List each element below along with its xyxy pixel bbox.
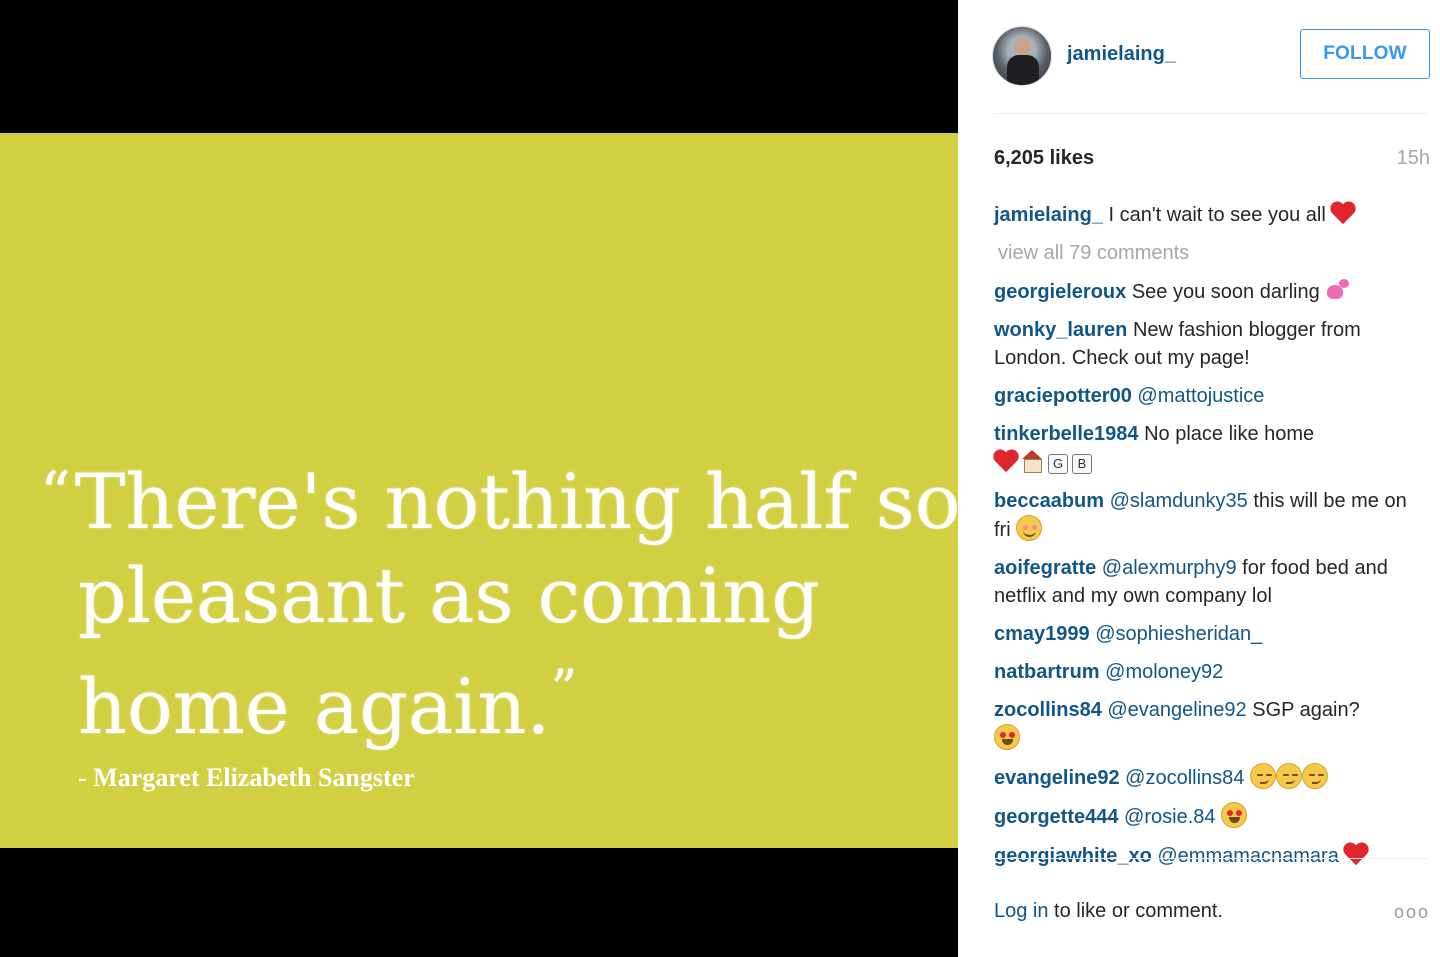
red-heart-icon — [1331, 200, 1357, 226]
post-media: “There's nothing half so pleasant as com… — [0, 0, 961, 957]
heart-eyes-face-icon — [1221, 802, 1248, 828]
comment-mention-link[interactable]: @moloney92 — [1100, 661, 1223, 683]
comment-text: No place like home — [1138, 423, 1315, 445]
comment-item: georgiawhite_xo @emmamacnamara — [994, 841, 1414, 870]
comment-username-link[interactable]: graciepotter00 — [994, 385, 1132, 407]
quote-author: - Margaret Elizabeth Sangster — [78, 763, 415, 792]
comment-text: See you soon darling — [1126, 281, 1326, 303]
caption-text: I can't wait to see you all — [1102, 204, 1332, 226]
comment-mention-link[interactable]: @evangeline92 — [1102, 699, 1246, 721]
close-quote-mark: ” — [550, 660, 578, 720]
red-heart-icon — [994, 448, 1020, 474]
comment-username-link[interactable]: wonky_lauren — [994, 319, 1127, 341]
likes-count[interactable]: 6,205 likes — [994, 147, 1094, 170]
login-prompt: Log in to like or comment. — [994, 900, 1223, 923]
smirking-face-icon — [1302, 763, 1328, 789]
comments-list: jamielaing_ I can't wait to see you all … — [994, 200, 1414, 880]
comment-item: natbartrum @moloney92 — [994, 658, 1414, 686]
comment-item: tinkerbelle1984 No place like home GB — [994, 420, 1414, 477]
follow-button[interactable]: FOLLOW — [1300, 29, 1430, 79]
comment-item: zocollins84 @evangeline92 SGP again? — [994, 696, 1414, 753]
login-link[interactable]: Log in — [994, 900, 1049, 922]
smirking-face-icon — [1250, 763, 1276, 789]
post-timestamp[interactable]: 15h — [1397, 147, 1430, 170]
post-sidebar: jamielaing_ FOLLOW 6,205 likes 15h jamie… — [958, 0, 1440, 957]
avatar[interactable] — [992, 26, 1052, 86]
post-header: jamielaing_ FOLLOW — [992, 26, 1430, 86]
quote-line-2: pleasant as coming — [78, 551, 820, 640]
comment-text: SGP again? — [1246, 699, 1360, 721]
smiling-face-icon — [1016, 515, 1043, 541]
smirking-face-icon — [1276, 763, 1302, 789]
comment-mention-link[interactable]: @emmamacnamara — [1152, 845, 1338, 867]
comment-item: beccaabum @slamdunky35 this will be me o… — [994, 487, 1414, 544]
comment-username-link[interactable]: georgieleroux — [994, 281, 1126, 303]
divider — [994, 113, 1428, 114]
comment-item: wonky_lauren New fashion blogger from Lo… — [994, 316, 1414, 372]
comment-item: graciepotter00 @mattojustice — [994, 382, 1414, 410]
heart-eyes-face-icon — [994, 724, 1020, 750]
comment-item: georgieleroux See you soon darling — [994, 277, 1414, 306]
comment-username-link[interactable]: beccaabum — [994, 490, 1104, 512]
comment-username-link[interactable]: evangeline92 — [994, 767, 1120, 789]
comment-username-link[interactable]: zocollins84 — [994, 699, 1102, 721]
comment-item: aoifegratte @alexmurphy9 for food bed an… — [994, 554, 1414, 610]
comment-mention-link[interactable]: @mattojustice — [1132, 385, 1264, 407]
quote-line-3: home again. — [78, 662, 551, 751]
quote-image: “There's nothing half so pleasant as com… — [0, 133, 961, 848]
comment-item: cmay1999 @sophiesheridan_ — [994, 620, 1414, 648]
caption: jamielaing_ I can't wait to see you all — [994, 200, 1414, 229]
comment-item: georgette444 @rosie.84 — [994, 802, 1414, 831]
comment-username-link[interactable]: georgette444 — [994, 806, 1119, 828]
login-prompt-text: to like or comment. — [1048, 900, 1224, 922]
regional-indicator-g: G — [1048, 454, 1068, 474]
comment-username-link[interactable]: aoifegratte — [994, 557, 1096, 579]
quote-text: “There's nothing half so pleasant as com… — [40, 447, 961, 754]
comment-username-link[interactable]: cmay1999 — [994, 623, 1090, 645]
comment-mention-link[interactable]: @alexmurphy9 — [1096, 557, 1237, 579]
quote-line-1: There's nothing half so — [74, 457, 961, 546]
regional-indicator-b: B — [1072, 454, 1092, 474]
house-icon — [1020, 448, 1044, 474]
more-options-icon[interactable]: ooo — [1394, 902, 1430, 923]
comment-mention-link[interactable]: @sophiesheridan_ — [1090, 623, 1262, 645]
owner-username-link[interactable]: jamielaing_ — [1067, 43, 1176, 66]
comment-username-link[interactable]: georgiawhite_xo — [994, 845, 1152, 867]
comment-item: evangeline92 @zocollins84 — [994, 763, 1414, 792]
comment-mention-link[interactable]: @rosie.84 — [1119, 806, 1215, 828]
caption-username-link[interactable]: jamielaing_ — [994, 204, 1103, 226]
divider — [994, 858, 1428, 859]
view-all-comments-link[interactable]: view all 79 comments — [998, 239, 1414, 267]
comment-username-link[interactable]: natbartrum — [994, 661, 1100, 683]
two-hearts-icon — [1325, 277, 1351, 303]
red-heart-icon — [1344, 841, 1370, 867]
comment-mention-link[interactable]: @zocollins84 — [1120, 767, 1244, 789]
comment-username-link[interactable]: tinkerbelle1984 — [994, 423, 1139, 445]
comment-mention-link[interactable]: @slamdunky35 — [1104, 490, 1248, 512]
open-quote-mark: “ — [40, 459, 71, 529]
